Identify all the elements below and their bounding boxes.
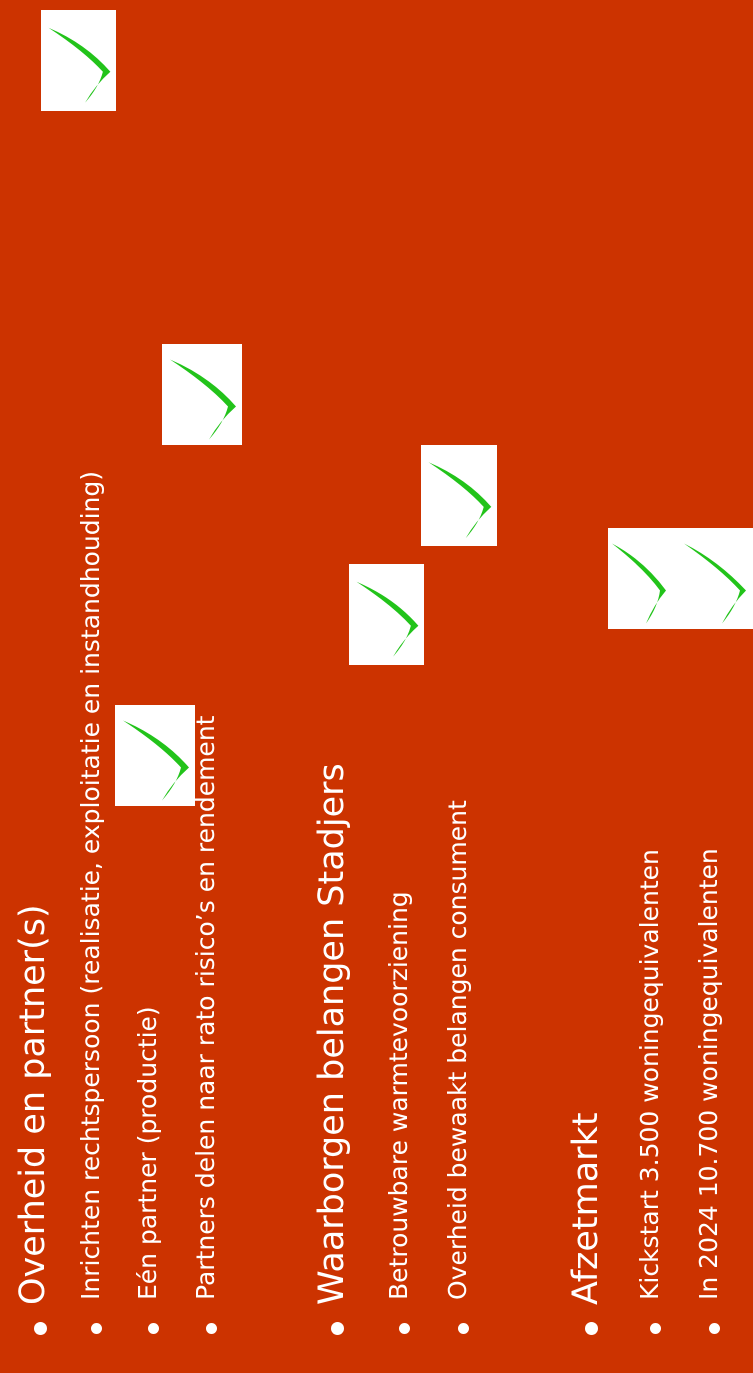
list-item: Inrichten rechtspersoon (realisatie, exp… xyxy=(76,471,105,1300)
list-item: Eén partner (productie) xyxy=(133,1006,162,1300)
check-icon xyxy=(115,705,195,806)
item-bullet xyxy=(709,1323,720,1334)
check-icon xyxy=(421,445,497,546)
item-bullet xyxy=(399,1323,410,1334)
item-bullet xyxy=(91,1323,102,1334)
check-icon xyxy=(349,564,424,665)
item-bullet xyxy=(206,1323,217,1334)
list-item: Overheid bewaakt belangen consument xyxy=(443,800,472,1300)
check-icon xyxy=(162,344,242,445)
section-heading: Overheid en partner(s) xyxy=(13,904,53,1305)
list-item: Kickstart 3.500 woningequivalenten xyxy=(635,849,664,1300)
list-item: Partners delen naar rato risico’s en ren… xyxy=(191,715,220,1300)
check-icon xyxy=(41,10,116,111)
check-icon xyxy=(608,528,753,629)
section-bullet xyxy=(585,1322,598,1335)
item-bullet xyxy=(650,1323,661,1334)
list-item: In 2024 10.700 woningequivalenten xyxy=(694,848,723,1300)
section-bullet xyxy=(34,1322,47,1335)
list-item: Betrouwbare warmtevoorziening xyxy=(384,891,413,1300)
section-bullet xyxy=(331,1322,344,1335)
item-bullet xyxy=(148,1323,159,1334)
section-heading: Afzetmarkt xyxy=(566,1112,606,1305)
item-bullet xyxy=(458,1323,469,1334)
section-heading: Waarborgen belangen Stadjers xyxy=(312,763,352,1305)
